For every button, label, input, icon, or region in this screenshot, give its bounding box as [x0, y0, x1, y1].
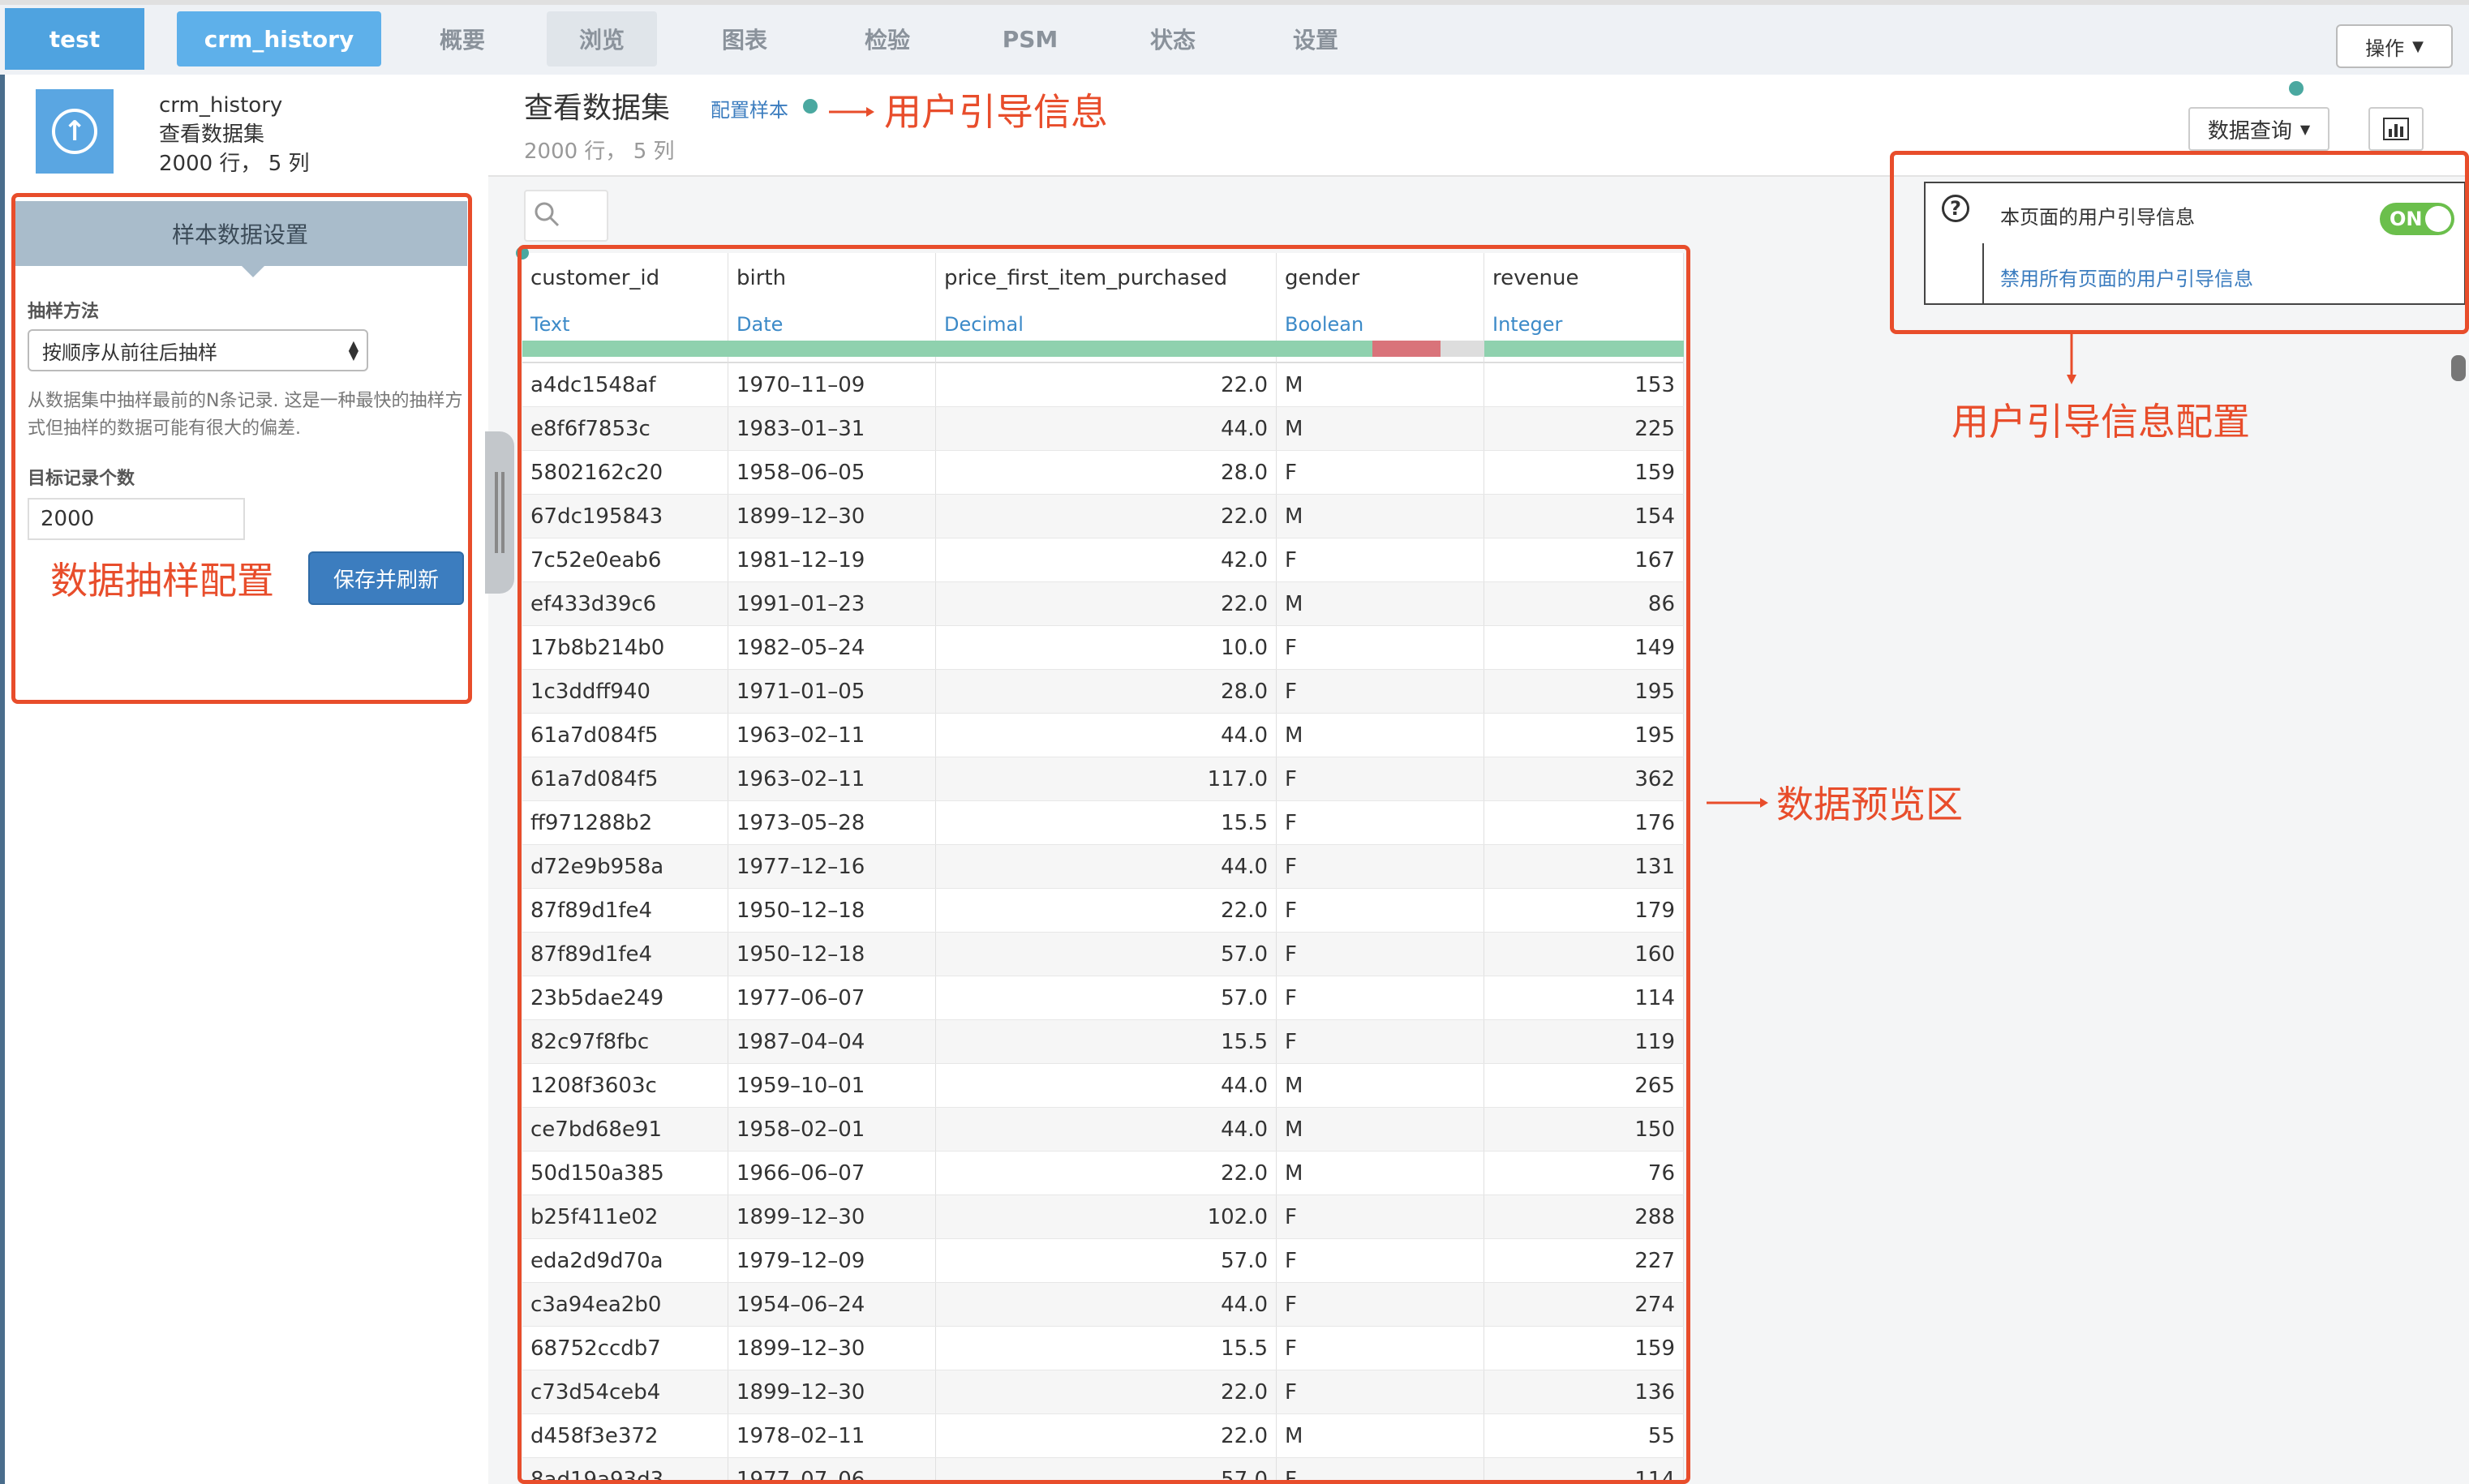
- bar-chart-icon: [2383, 118, 2409, 140]
- tab-browse[interactable]: 浏览: [547, 11, 657, 66]
- operations-dropdown[interactable]: 操作 ▼: [2336, 24, 2453, 68]
- search-icon: [535, 202, 560, 227]
- data-query-dropdown[interactable]: 数据查询 ▼: [2188, 107, 2329, 151]
- arrow-down-icon: [2065, 334, 2078, 389]
- preview-highlight-box: [517, 245, 1690, 1484]
- caret-down-icon: ▼: [2299, 121, 2311, 137]
- arrow-icon: [1707, 796, 1770, 813]
- search-input[interactable]: [524, 190, 608, 242]
- tab-test[interactable]: 检验: [832, 11, 943, 66]
- page-title: 查看数据集: [524, 92, 671, 125]
- dataset-size: 2000 行， 5 列: [159, 152, 310, 176]
- tab-charts[interactable]: 图表: [689, 11, 800, 66]
- tab-overview[interactable]: 概要: [406, 11, 519, 66]
- config-sample-link[interactable]: 配置样本: [711, 94, 788, 122]
- guide-highlight-box: [1890, 151, 2469, 334]
- dataset-tab[interactable]: crm_history: [177, 11, 381, 66]
- dataset-kind: 查看数据集: [159, 122, 265, 147]
- guide-dot-icon[interactable]: [803, 99, 818, 114]
- annotation-guide-config: 用户引导信息配置: [1952, 400, 2250, 444]
- annotation-user-guide: 用户引导信息: [884, 90, 1108, 134]
- data-query-label: 数据查询: [2207, 118, 2292, 144]
- chart-toggle-button[interactable]: [2368, 107, 2424, 151]
- tab-status[interactable]: 状态: [1118, 11, 1228, 66]
- sampling-highlight-box: [11, 193, 472, 704]
- annotation-preview-area: 数据预览区: [1776, 783, 1963, 826]
- guide-dot-icon[interactable]: [2289, 81, 2304, 96]
- tab-psm[interactable]: PSM: [975, 11, 1085, 66]
- tab-settings[interactable]: 设置: [1260, 11, 1371, 66]
- arrow-icon: [829, 105, 874, 122]
- dataset-name: crm_history: [159, 93, 283, 118]
- operations-label: 操作: [2365, 36, 2405, 60]
- page-subtitle: 2000 行， 5 列: [524, 139, 675, 164]
- scrollbar-thumb[interactable]: [2451, 355, 2466, 381]
- dataset-info: crm_history 查看数据集 2000 行， 5 列: [159, 91, 310, 178]
- project-tab[interactable]: test: [5, 8, 144, 70]
- sidebar-resize-handle[interactable]: [485, 431, 514, 594]
- caret-down-icon: ▼: [2412, 37, 2424, 55]
- dataset-icon: ↑: [36, 89, 114, 174]
